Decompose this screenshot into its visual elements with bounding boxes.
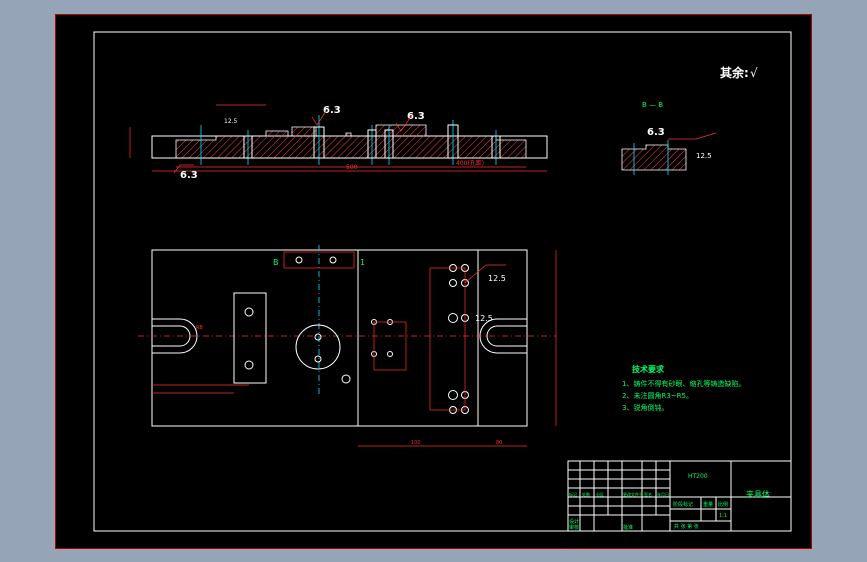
tb-row-label-2: 分区 bbox=[596, 491, 604, 497]
tech-title: 技术要求 bbox=[632, 364, 665, 374]
section-bb-leader bbox=[668, 132, 717, 140]
tb-approve-label: 批准 bbox=[623, 524, 633, 531]
section-bb-roughness: 6.3 bbox=[647, 127, 665, 138]
view-label-left: B bbox=[273, 258, 279, 267]
title-block: HT200 夹具体 阶段标记 重量 比例 1:1 共 张 第 张 设计 审核 批… bbox=[567, 460, 792, 532]
top-boss-hole-1 bbox=[295, 256, 303, 264]
tb-row-label-5: 年月日 bbox=[657, 491, 669, 497]
plate-outline bbox=[151, 249, 528, 427]
tech-item-2: 2、未注圆角R3~R5。 bbox=[622, 391, 693, 400]
right-dim-box bbox=[429, 267, 466, 411]
drawing-sheet[interactable]: 其余: √ 500 400(孔距) 6.3 6.3 6.3 12.5 B — B… bbox=[55, 14, 812, 549]
section-bb-hatch bbox=[621, 144, 687, 171]
roughness-1: 6.3 bbox=[323, 105, 341, 116]
hatched-section bbox=[175, 124, 527, 159]
surface-symbol: √ bbox=[750, 66, 758, 80]
right-hole-7 bbox=[448, 390, 458, 400]
dim-plan-text-2: 80 bbox=[496, 440, 502, 446]
tb-check-label: 审核 bbox=[569, 524, 579, 531]
slider-block bbox=[233, 292, 267, 384]
roughness-2: 6.3 bbox=[407, 111, 425, 122]
tb-scale-label: 比例 bbox=[718, 501, 728, 508]
roughness-3: 6.3 bbox=[180, 170, 198, 181]
mid-dim-box bbox=[373, 321, 407, 371]
section-bb-roughness-2: 12.5 bbox=[696, 152, 712, 160]
right-hole-3 bbox=[449, 279, 457, 287]
tb-scale: 1:1 bbox=[719, 513, 727, 519]
cad-viewer: 其余: √ 500 400(孔距) 6.3 6.3 6.3 12.5 B — B… bbox=[0, 0, 867, 562]
tb-stage-label: 阶段标记 bbox=[673, 501, 693, 508]
dim-overall-text: 500 bbox=[346, 164, 358, 171]
center-bore-hole-1 bbox=[314, 333, 322, 341]
slider-hole-bottom bbox=[244, 360, 254, 370]
tb-design-label: 设计 bbox=[569, 518, 579, 525]
plan-roughness-1: 12.5 bbox=[488, 274, 506, 283]
top-boss-hole-2 bbox=[329, 256, 337, 264]
tb-row-label-3: 更改文件号 bbox=[623, 491, 643, 497]
tb-row-label-0: 标记 bbox=[569, 491, 577, 497]
center-bore-hole-2 bbox=[314, 355, 322, 363]
tech-item-3: 3、锐角倒钝。 bbox=[622, 403, 668, 412]
tb-material: HT200 bbox=[688, 473, 708, 480]
dim-plan-text-3: R8 bbox=[196, 325, 203, 331]
section-bb-label: B — B bbox=[642, 101, 663, 109]
tb-part-name: 夹具体 bbox=[746, 489, 770, 499]
view-label-right: 1 bbox=[360, 258, 365, 267]
plan-view: B 1 12.5 12.5 100 80 R8 bbox=[138, 245, 557, 447]
slider-hole-top bbox=[244, 307, 254, 317]
roughness-4: 12.5 bbox=[224, 118, 238, 125]
front-section-view: 500 400(孔距) 6.3 6.3 6.3 12.5 bbox=[129, 104, 548, 181]
u-slot-left-inner bbox=[152, 325, 191, 347]
plan-roughness-2: 12.5 bbox=[475, 314, 493, 323]
pin-hole bbox=[341, 374, 351, 384]
tb-row-label-1: 处数 bbox=[582, 491, 590, 497]
dim-hole-span-text: 400(孔距) bbox=[456, 159, 484, 167]
section-bb-view: B — B 6.3 12.5 bbox=[621, 101, 717, 175]
tb-row-label-4: 签名 bbox=[644, 491, 652, 497]
tech-item-1: 1、铸件不得有砂眼、缩孔等铸造缺陷。 bbox=[622, 379, 745, 388]
tb-sheet: 共 张 第 张 bbox=[674, 523, 699, 530]
surface-note: 其余: bbox=[720, 65, 749, 80]
tech-requirements: 技术要求 1、铸件不得有砂眼、缩孔等铸造缺陷。 2、未注圆角R3~R5。 3、锐… bbox=[622, 364, 745, 412]
dim-plan-text-1: 100 bbox=[411, 440, 421, 446]
right-hole-5 bbox=[448, 313, 458, 323]
drawing-frame bbox=[93, 31, 792, 532]
tb-weight-label: 重量 bbox=[703, 501, 713, 508]
drawing-canvas: 其余: √ 500 400(孔距) 6.3 6.3 6.3 12.5 B — B… bbox=[93, 31, 792, 532]
mid-hole-4 bbox=[387, 351, 393, 357]
